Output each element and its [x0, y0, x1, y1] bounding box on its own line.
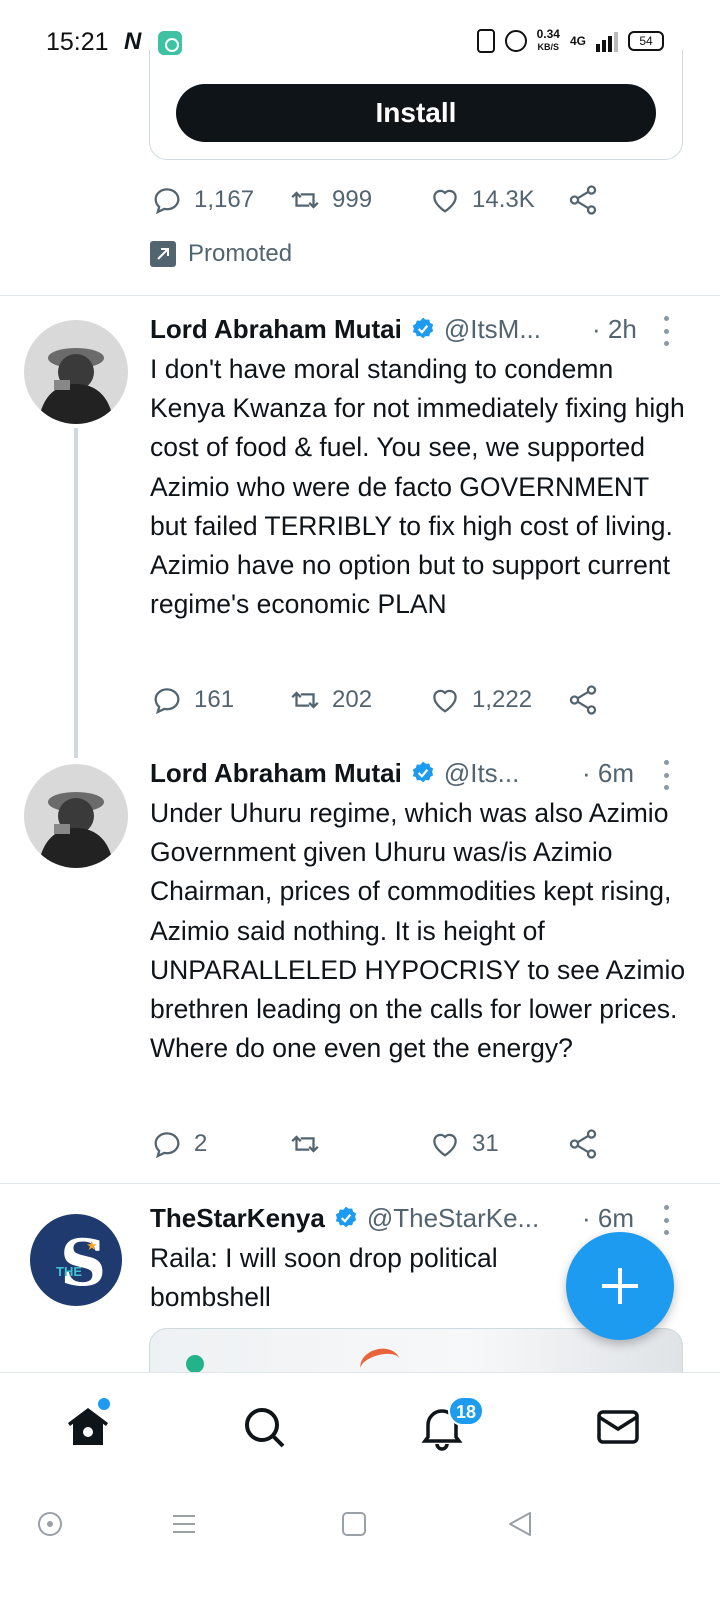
- star-icon: ★: [86, 1238, 98, 1253]
- tweet-actions: 2 31: [150, 1124, 610, 1164]
- home-tab[interactable]: [64, 1403, 112, 1451]
- share-button[interactable]: [566, 180, 600, 220]
- network-speed-value: 0.34: [536, 27, 560, 41]
- assistant-button[interactable]: [36, 1510, 64, 1543]
- author-handle[interactable]: @Its...: [444, 758, 520, 789]
- avatar-small-text: THE: [56, 1264, 82, 1279]
- retweet-button[interactable]: 202: [288, 680, 372, 720]
- search-tab[interactable]: [240, 1403, 288, 1451]
- verified-icon: [412, 317, 434, 339]
- avatar[interactable]: S THE ★: [30, 1214, 122, 1306]
- back-triangle-icon: [509, 1512, 531, 1536]
- avatar[interactable]: [24, 320, 128, 424]
- tweet-header: TheStarKenya @TheStarKe...: [150, 1200, 539, 1236]
- like-button[interactable]: 1,222: [428, 680, 532, 720]
- retweet-icon: [291, 191, 319, 209]
- tweet-header: Lord Abraham Mutai @ItsM...: [150, 311, 541, 347]
- promoted-label: Promoted: [150, 240, 292, 268]
- like-count: 14.3K: [472, 186, 535, 213]
- share-icon: [569, 185, 597, 215]
- share-button[interactable]: [566, 1124, 600, 1164]
- tweet-actions: 161 202 1,222: [150, 680, 610, 720]
- more-options-icon[interactable]: [664, 316, 670, 346]
- like-button[interactable]: 14.3K: [428, 180, 535, 220]
- search-icon: [245, 1408, 285, 1448]
- back-button[interactable]: [506, 1510, 534, 1543]
- compose-tweet-button[interactable]: [566, 1232, 674, 1340]
- divider: [0, 295, 720, 296]
- assistant-icon: [38, 1512, 62, 1536]
- tweet-time: · 6m: [582, 758, 634, 788]
- author-handle[interactable]: @ItsM...: [444, 314, 541, 345]
- author-name[interactable]: Lord Abraham Mutai: [150, 314, 402, 345]
- signal-icon: [596, 30, 618, 52]
- share-icon: [569, 685, 597, 715]
- ad-card: Install: [149, 50, 683, 160]
- like-count: 31: [472, 1130, 499, 1157]
- promoted-arrow-icon: [150, 241, 176, 267]
- reply-count: 2: [194, 1130, 208, 1157]
- promoted-text: Promoted: [188, 240, 293, 267]
- status-time: 15:21: [46, 28, 109, 56]
- reply-count: 1,167: [194, 186, 255, 213]
- bottom-nav: [0, 1372, 720, 1482]
- home-unread-dot: [98, 1398, 110, 1410]
- notifications-badge: 18: [448, 1396, 485, 1426]
- menu-icon: [173, 1515, 195, 1533]
- reply-button[interactable]: 161: [150, 680, 234, 720]
- system-nav-bar: [0, 1482, 720, 1600]
- notification-n-icon: N: [124, 28, 142, 55]
- like-button[interactable]: 31: [428, 1124, 499, 1164]
- reply-icon: [154, 1132, 180, 1159]
- verified-icon: [335, 1206, 357, 1228]
- share-button[interactable]: [566, 680, 600, 720]
- heart-icon: [433, 1133, 457, 1157]
- verified-icon: [412, 761, 434, 783]
- reply-icon: [154, 688, 180, 715]
- thread-line: [74, 428, 78, 758]
- tweet-text: Under Uhuru regime, which was also Azimi…: [150, 798, 686, 1064]
- reply-icon: [154, 188, 180, 215]
- media-badge-icon: [186, 1355, 204, 1373]
- tweet-time: · 2h: [592, 314, 637, 344]
- home-icon: [68, 1408, 108, 1445]
- tweet-time: · 6m: [582, 1203, 634, 1233]
- share-icon: [569, 1129, 597, 1159]
- avatar[interactable]: [24, 764, 128, 868]
- retweet-count: 202: [332, 686, 373, 713]
- author-name[interactable]: TheStarKenya: [150, 1203, 325, 1234]
- recents-button[interactable]: [340, 1510, 368, 1543]
- tweet-text: I don't have moral standing to condemn K…: [150, 354, 685, 620]
- mail-icon: [597, 1410, 639, 1444]
- retweet-count: 999: [332, 186, 373, 213]
- author-handle[interactable]: @TheStarKe...: [367, 1203, 539, 1234]
- divider: [0, 1183, 720, 1184]
- retweet-button[interactable]: [288, 1124, 332, 1164]
- retweet-icon: [291, 1135, 319, 1153]
- alarm-icon: [504, 29, 527, 52]
- vibrate-icon: [476, 28, 495, 53]
- reply-button[interactable]: 2: [150, 1124, 207, 1164]
- reply-count: 161: [194, 686, 235, 713]
- battery-icon: 54: [628, 30, 664, 51]
- messages-tab[interactable]: [594, 1403, 642, 1451]
- more-options-icon[interactable]: [664, 760, 670, 790]
- square-icon: [342, 1512, 366, 1536]
- network-type: 4G: [569, 33, 586, 48]
- tweet-text: Raila: I will soon drop political bombsh…: [150, 1243, 498, 1313]
- install-button[interactable]: Install: [176, 84, 656, 142]
- retweet-button[interactable]: 999: [288, 180, 372, 220]
- menu-button[interactable]: [170, 1510, 198, 1543]
- reply-button[interactable]: 1,167: [150, 180, 254, 220]
- heart-icon: [433, 689, 457, 713]
- author-name[interactable]: Lord Abraham Mutai: [150, 758, 402, 789]
- more-options-icon[interactable]: [664, 1205, 670, 1235]
- like-count: 1,222: [472, 686, 533, 713]
- tweet-header: Lord Abraham Mutai @Its...: [150, 755, 519, 791]
- heart-icon: [433, 189, 457, 213]
- retweet-icon: [291, 691, 319, 709]
- ad-actions: 1,167 999 14.3K: [150, 180, 610, 220]
